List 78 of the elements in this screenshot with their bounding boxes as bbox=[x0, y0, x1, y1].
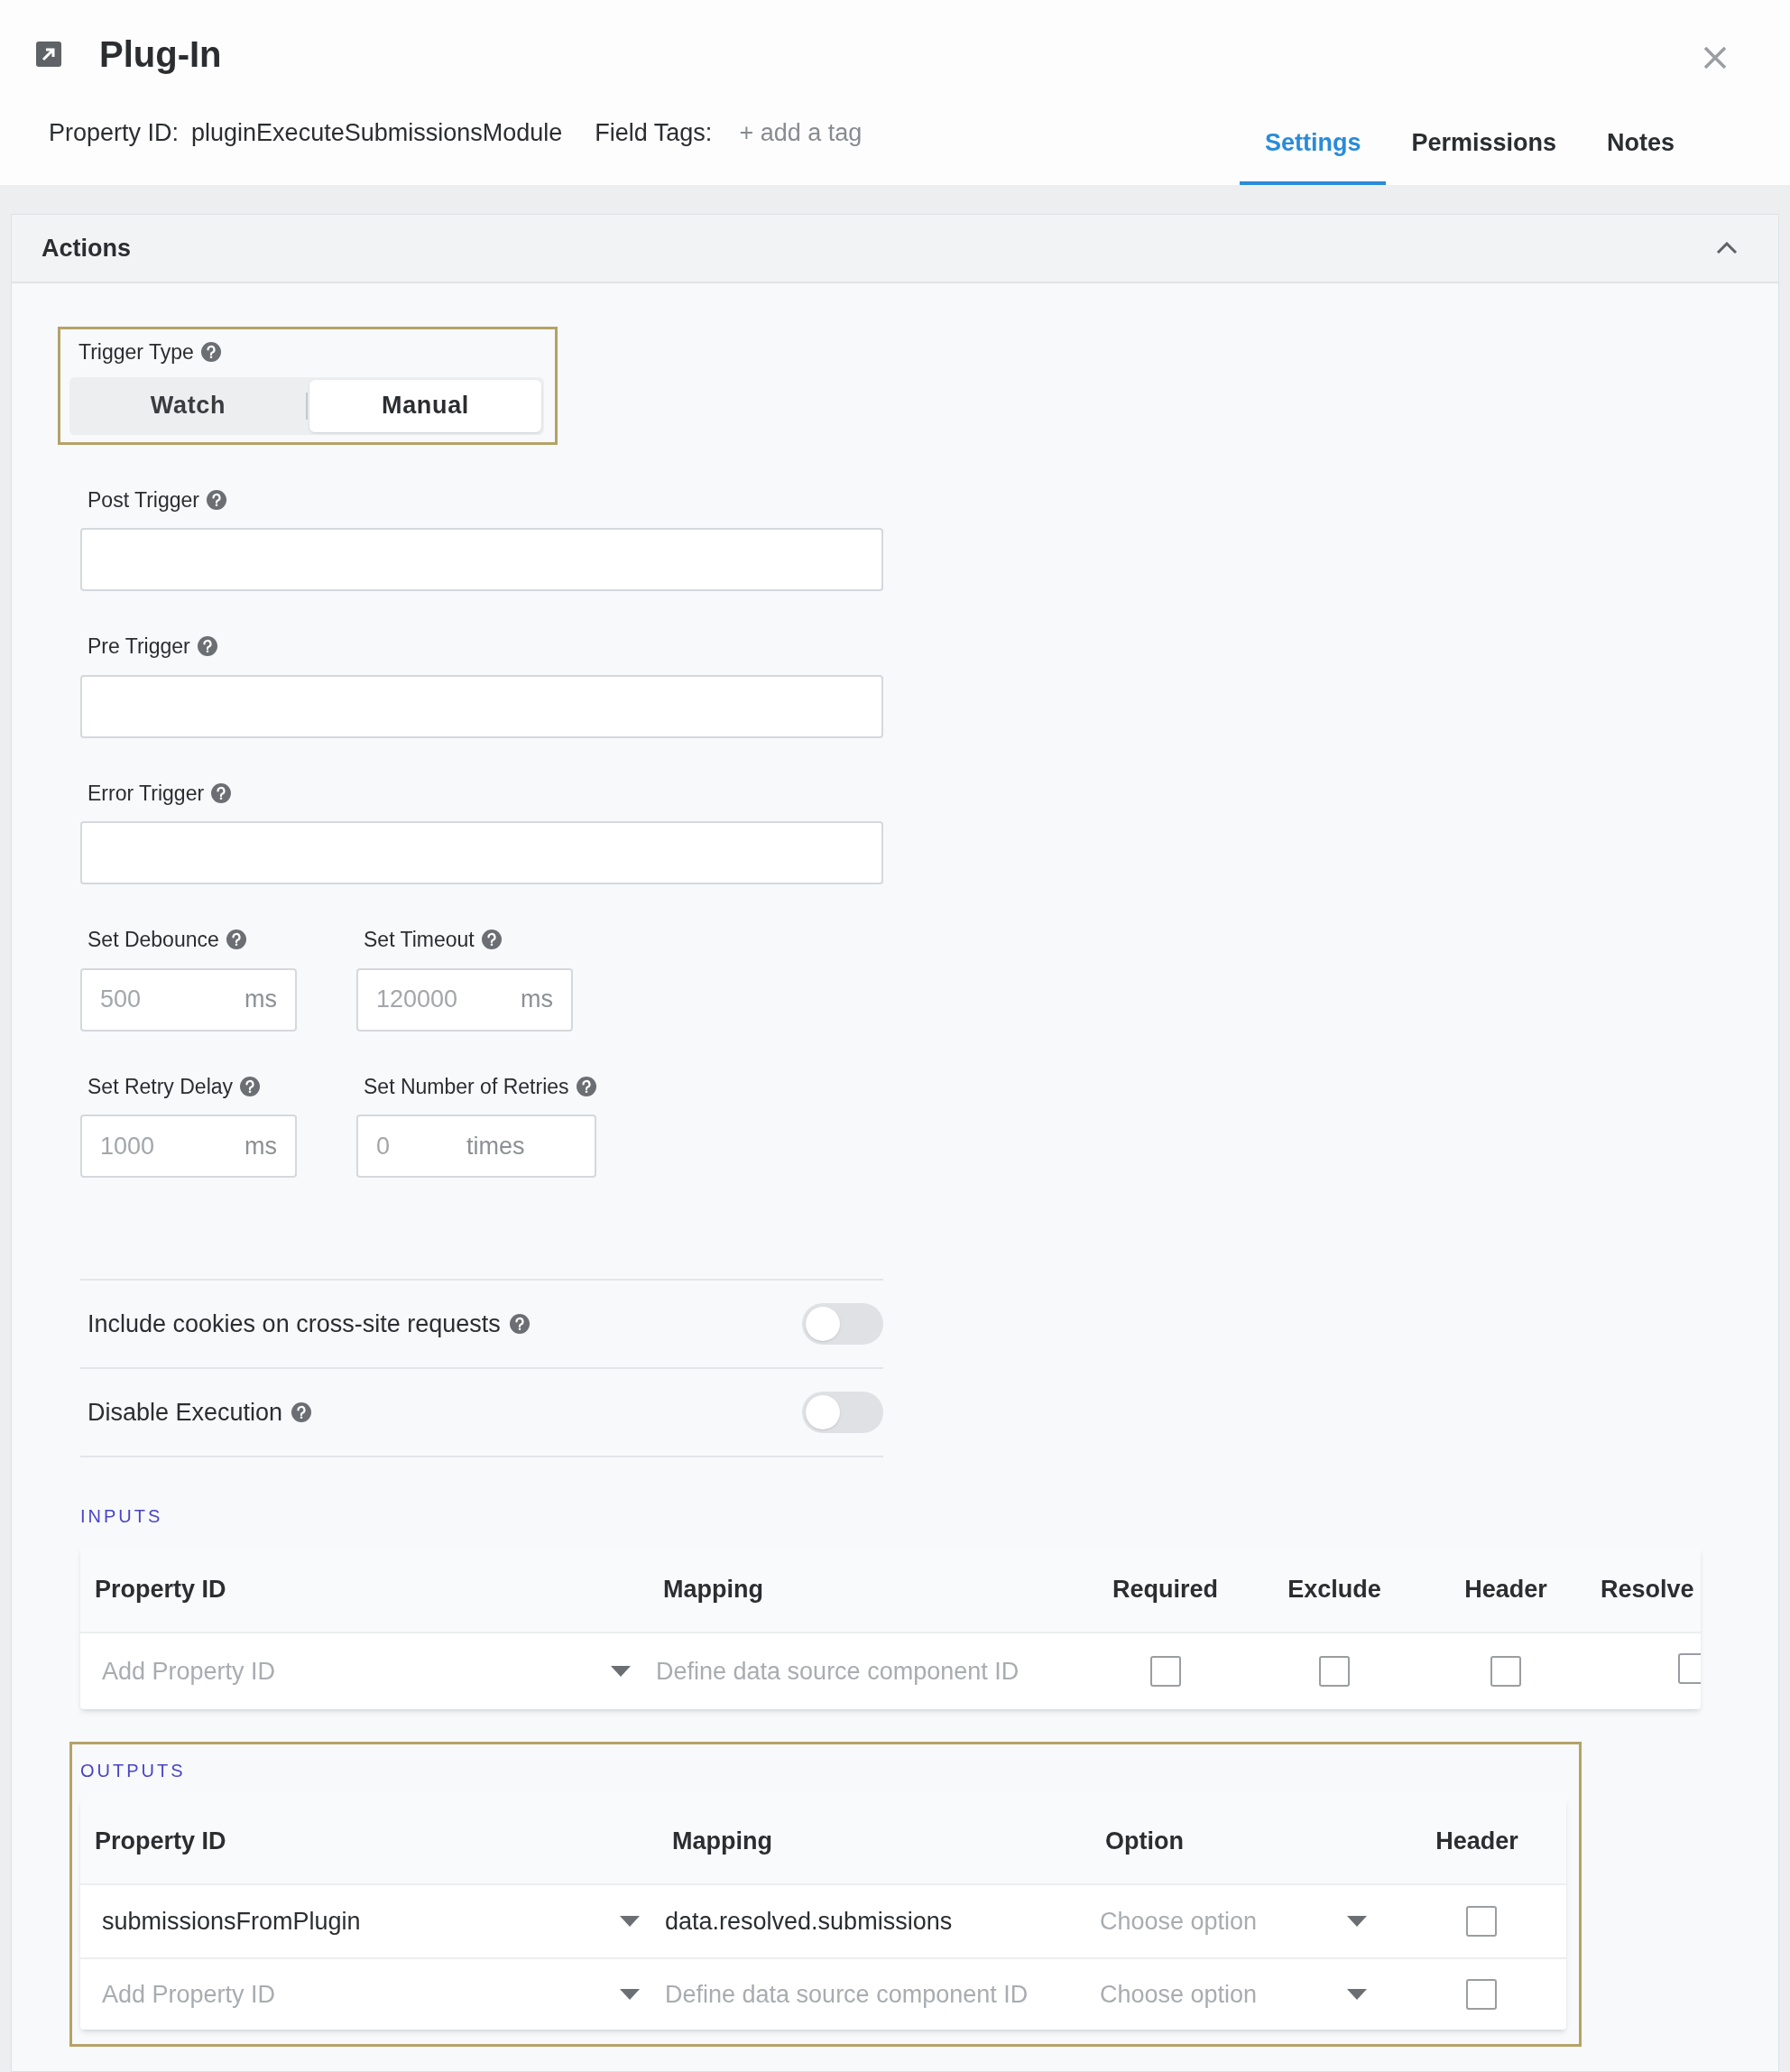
column-header: Header bbox=[1463, 1575, 1548, 1605]
caret-icon bbox=[611, 1666, 631, 1677]
mapping-field[interactable]: data.resolved.submissions bbox=[658, 1902, 1091, 1940]
property-id-dropdown[interactable]: Add Property ID bbox=[80, 1975, 658, 2013]
toggle-switch[interactable] bbox=[802, 1392, 883, 1433]
checkbox[interactable] bbox=[1319, 1656, 1350, 1687]
column-header: Mapping bbox=[662, 1575, 764, 1605]
checkbox[interactable] bbox=[1149, 1656, 1181, 1687]
property-id-label: Property ID: bbox=[49, 117, 180, 148]
field-label: Set Debounce bbox=[88, 927, 219, 953]
field-label: Set Retry Delay bbox=[88, 1073, 234, 1100]
unit-label: ms bbox=[520, 985, 554, 1015]
unit-label: ms bbox=[244, 1131, 278, 1161]
field-label: Pre Trigger bbox=[88, 634, 190, 660]
text-field[interactable] bbox=[80, 821, 883, 884]
toggle-label: Include cookies on cross-site requests bbox=[88, 1309, 501, 1339]
column-header: Option bbox=[1104, 1826, 1185, 1856]
field-label: Set Number of Retries bbox=[364, 1073, 569, 1100]
text-field[interactable] bbox=[80, 528, 883, 591]
column-header: Header bbox=[1435, 1826, 1519, 1856]
field-label: Set Timeout bbox=[364, 927, 475, 953]
help-icon bbox=[509, 1314, 530, 1334]
option-dropdown[interactable]: Choose option bbox=[1091, 1975, 1389, 2013]
section-title: Actions bbox=[42, 233, 131, 264]
field-label: Error Trigger bbox=[88, 780, 205, 807]
column-header: Exclude bbox=[1287, 1575, 1382, 1605]
column-header: Property ID bbox=[94, 1575, 227, 1605]
column-header: Mapping bbox=[671, 1826, 773, 1856]
column-header: Property ID bbox=[94, 1826, 227, 1856]
column-header: Required bbox=[1112, 1575, 1219, 1605]
text-field[interactable] bbox=[80, 674, 883, 738]
help-icon bbox=[576, 1076, 596, 1096]
caret-icon bbox=[620, 1989, 640, 2000]
number-field[interactable]: 500 ms bbox=[80, 967, 297, 1031]
help-icon bbox=[291, 1402, 312, 1422]
tab[interactable]: Permissions bbox=[1386, 113, 1582, 185]
option-dropdown[interactable]: Choose option bbox=[1091, 1902, 1389, 1940]
number-field[interactable]: 0 times bbox=[356, 1115, 596, 1178]
number-field[interactable]: 120000 ms bbox=[356, 967, 573, 1031]
section-header[interactable]: Actions bbox=[12, 215, 1778, 283]
toggle-switch[interactable] bbox=[802, 1303, 883, 1345]
checkbox[interactable] bbox=[1490, 1656, 1521, 1687]
checkbox[interactable] bbox=[1678, 1652, 1701, 1684]
field-label: Trigger Type bbox=[78, 339, 194, 365]
segment-button[interactable]: Manual bbox=[309, 379, 541, 432]
mapping-field[interactable]: Define data source component ID bbox=[649, 1652, 1082, 1690]
unit-label: times bbox=[466, 1131, 526, 1161]
property-id-value: pluginExecuteSubmissionsModule bbox=[191, 117, 563, 148]
help-icon bbox=[240, 1076, 261, 1096]
field-label: Post Trigger bbox=[88, 486, 199, 513]
mapping-field[interactable]: Define data source component ID bbox=[658, 1975, 1091, 2013]
help-icon bbox=[481, 930, 502, 950]
caret-icon bbox=[620, 1916, 640, 1927]
dialog-title: Plug-In bbox=[99, 33, 222, 76]
help-icon bbox=[200, 342, 221, 363]
segment-button[interactable]: Watch bbox=[72, 379, 304, 432]
column-header: Resolve bbox=[1600, 1575, 1695, 1605]
help-icon bbox=[211, 782, 232, 803]
section-heading: INPUTS bbox=[80, 1505, 163, 1528]
checkbox[interactable] bbox=[1466, 1906, 1497, 1937]
tab[interactable]: Notes bbox=[1582, 113, 1700, 185]
field-tags-label: Field Tags: bbox=[595, 117, 713, 148]
external-link-icon bbox=[36, 42, 61, 67]
help-icon bbox=[226, 930, 246, 950]
toggle-label: Disable Execution bbox=[88, 1397, 283, 1428]
caret-icon bbox=[1347, 1916, 1367, 1927]
property-id-dropdown[interactable]: submissionsFromPlugin bbox=[80, 1902, 658, 1940]
help-icon bbox=[197, 636, 217, 657]
help-icon bbox=[207, 489, 226, 510]
checkbox[interactable] bbox=[1466, 1979, 1497, 2010]
section-heading: OUTPUTS bbox=[80, 1760, 186, 1782]
close-icon[interactable] bbox=[1703, 46, 1727, 69]
caret-icon bbox=[1347, 1989, 1367, 2000]
tab[interactable]: Settings bbox=[1239, 113, 1387, 185]
unit-label: ms bbox=[244, 985, 278, 1015]
number-field[interactable]: 1000 ms bbox=[80, 1115, 297, 1178]
add-tag-link[interactable]: + add a tag bbox=[739, 114, 863, 151]
property-id-dropdown[interactable]: Add Property ID bbox=[80, 1652, 649, 1690]
